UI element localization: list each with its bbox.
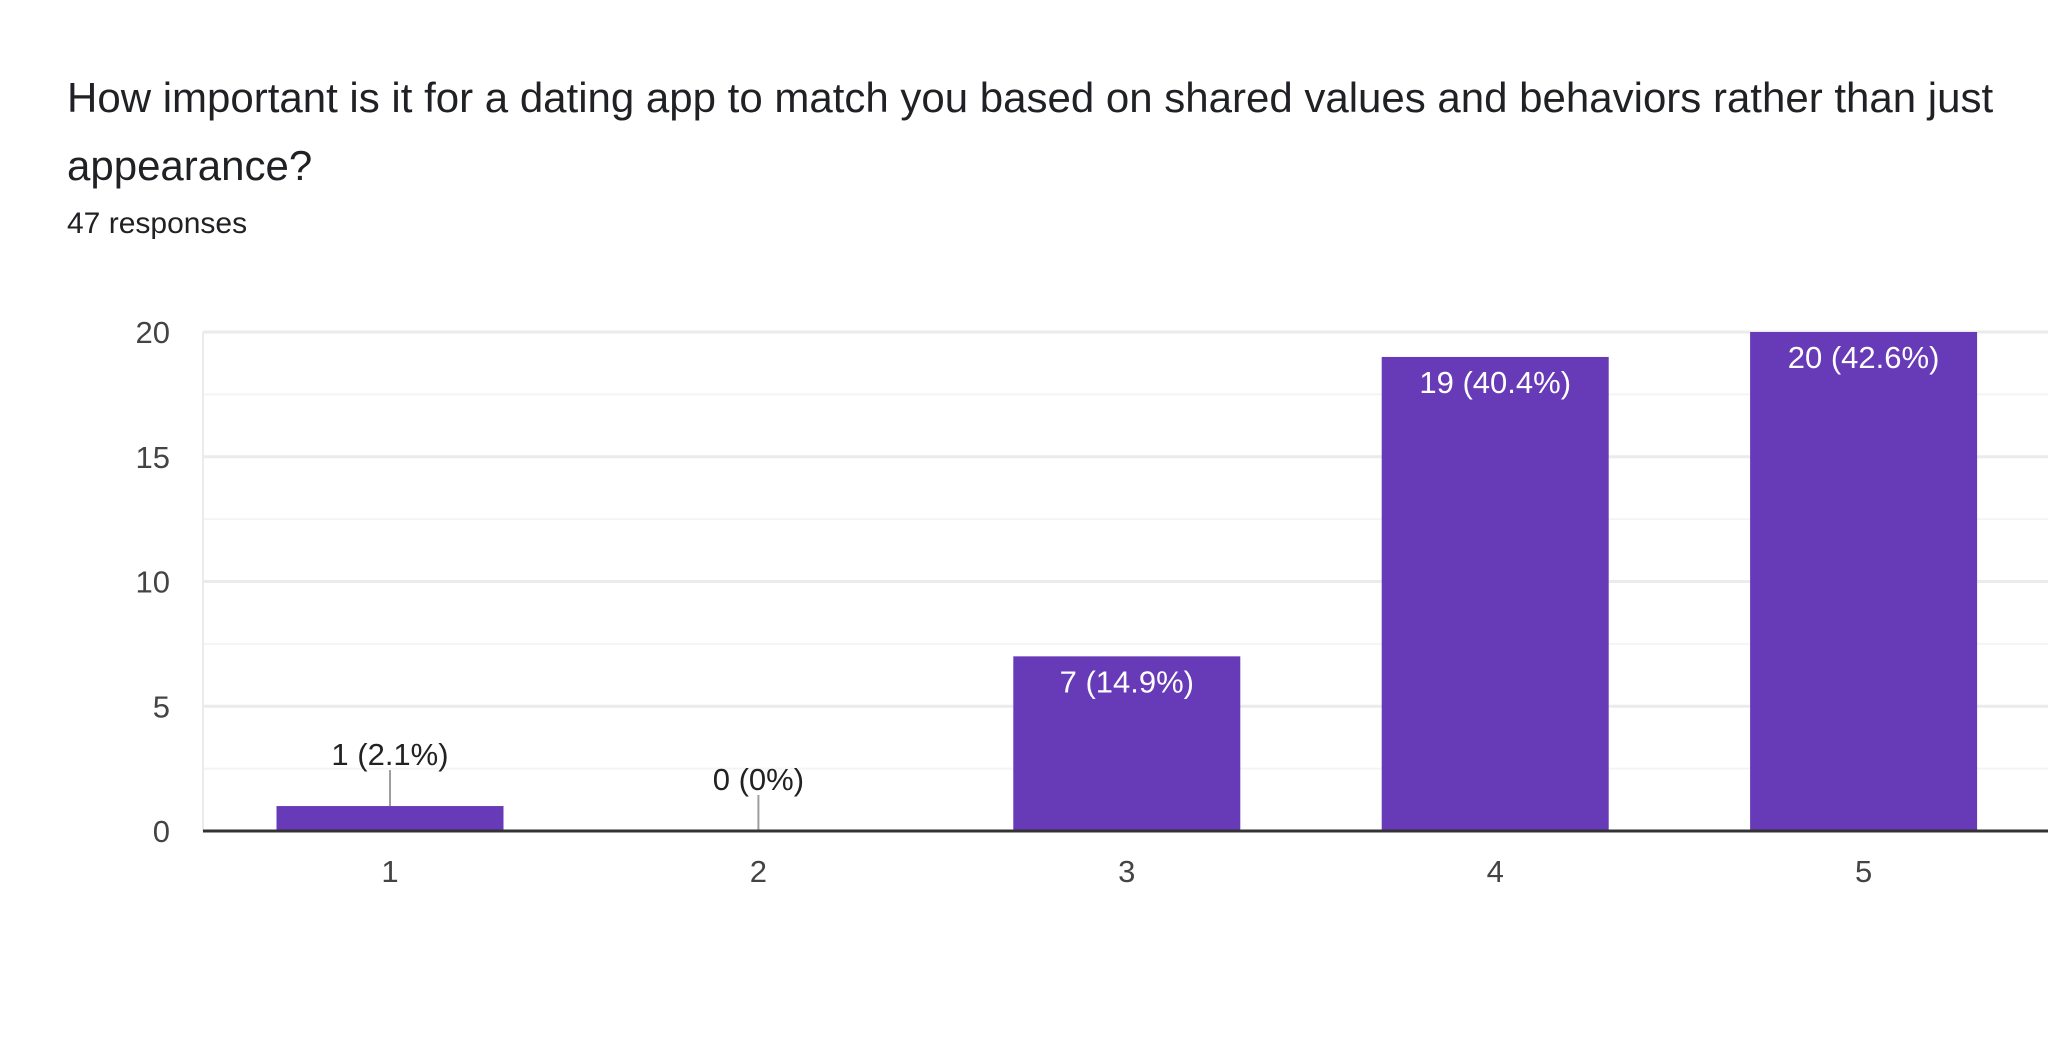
- bar: [1750, 332, 1978, 831]
- x-tick-label: 3: [1118, 854, 1135, 889]
- x-tick-label: 4: [1487, 854, 1504, 889]
- bar: [1381, 356, 1609, 831]
- x-tick-label: 1: [381, 854, 398, 889]
- y-tick-label: 10: [136, 565, 170, 600]
- bar-chart: 0 5 10 15 20 1 (2.1%) 1 0 (0%) 2 7 (14.9%) 3 19 (40…: [136, 315, 2048, 889]
- y-tick-label: 20: [136, 315, 170, 350]
- data-label: 20 (42.6%): [1788, 340, 1940, 375]
- y-tick-label: 0: [153, 814, 170, 849]
- y-tick-label: 5: [153, 689, 170, 724]
- data-label: 7 (14.9%): [1060, 664, 1194, 699]
- data-label: 19 (40.4%): [1419, 365, 1571, 400]
- bar: [276, 806, 504, 831]
- y-tick-label: 15: [136, 440, 170, 475]
- x-tick-label: 5: [1855, 854, 1872, 889]
- x-tick-label: 2: [750, 854, 767, 889]
- data-label: 1 (2.1%): [331, 737, 448, 772]
- data-label: 0 (0%): [713, 762, 804, 797]
